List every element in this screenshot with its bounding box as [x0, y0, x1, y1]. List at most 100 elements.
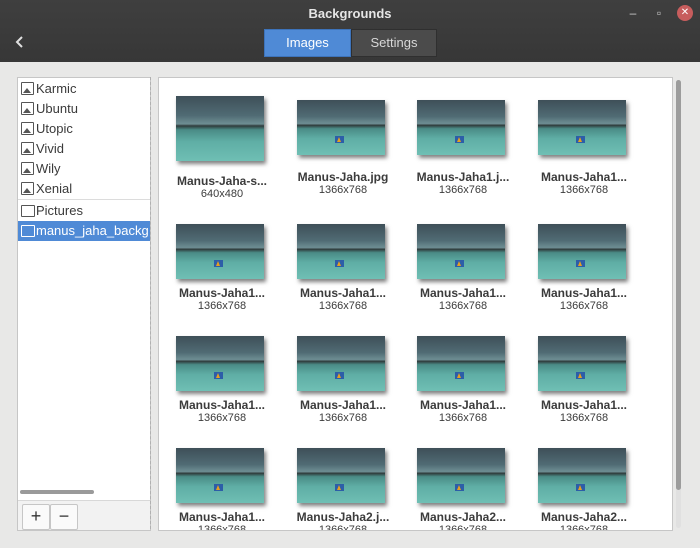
- image-grid: Manus-Jaha-s... 640x480 Manus-Jaha.jpg 1…: [158, 77, 673, 531]
- sidebar-item-pictures[interactable]: Pictures: [18, 201, 150, 221]
- folder-icon: [21, 205, 35, 217]
- tab-images[interactable]: Images: [264, 29, 351, 57]
- image-thumbnail: [417, 224, 505, 279]
- image-thumbnail: [417, 448, 505, 503]
- image-filename: Manus-Jaha.jpg: [297, 170, 389, 184]
- close-button[interactable]: ✕: [677, 5, 693, 21]
- minimize-button[interactable]: –: [624, 5, 642, 21]
- sidebar-item-wily[interactable]: Wily: [18, 159, 150, 179]
- backgrounds-window: Backgrounds – ▫ ✕ Images Settings Karmic…: [0, 0, 700, 548]
- image-filename: Manus-Jaha2.j...: [296, 510, 390, 524]
- ubuntu-badge-icon: [214, 484, 223, 491]
- back-button[interactable]: [10, 32, 30, 52]
- image-filename: Manus-Jaha1...: [540, 170, 628, 184]
- image-filename: Manus-Jaha1...: [299, 286, 387, 300]
- sidebar-item-label: manus_jaha_backg: [36, 223, 149, 238]
- image-thumbnail: [538, 224, 626, 279]
- sidebar-item-ubuntu[interactable]: Ubuntu: [18, 99, 150, 119]
- image-item[interactable]: Manus-Jaha2.j... 1366x768: [288, 442, 398, 531]
- image-resolution: 1366x768: [197, 300, 247, 312]
- image-icon: [21, 182, 34, 195]
- ubuntu-badge-icon: [214, 260, 223, 267]
- image-thumbnail: [538, 100, 626, 155]
- ubuntu-badge-icon: [455, 260, 464, 267]
- tab-settings[interactable]: Settings: [351, 29, 437, 57]
- image-grid-scrollbar[interactable]: [676, 80, 681, 528]
- image-filename: Manus-Jaha1...: [178, 510, 266, 524]
- image-thumbnail: [297, 100, 385, 155]
- image-thumbnail: [297, 336, 385, 391]
- sidebar-item-label: Pictures: [36, 203, 83, 218]
- image-icon: [21, 102, 34, 115]
- image-thumbnail: [538, 336, 626, 391]
- image-thumbnail: [297, 448, 385, 503]
- sidebar: Karmic Ubuntu Utopic Vivid Wily Xenial P…: [17, 77, 151, 531]
- ubuntu-badge-icon: [214, 372, 223, 379]
- image-filename: Manus-Jaha-s...: [176, 174, 268, 188]
- image-resolution: 640x480: [200, 188, 244, 200]
- image-filename: Manus-Jaha1...: [419, 398, 507, 412]
- sidebar-divider: [18, 199, 150, 200]
- image-resolution: 1366x768: [318, 524, 368, 531]
- sidebar-horizontal-scrollbar[interactable]: [20, 490, 94, 494]
- image-item[interactable]: Manus-Jaha1.j... 1366x768: [408, 94, 518, 209]
- ubuntu-badge-icon: [576, 484, 585, 491]
- maximize-button[interactable]: ▫: [650, 5, 668, 21]
- add-folder-button[interactable]: +: [22, 504, 50, 530]
- ubuntu-badge-icon: [335, 484, 344, 491]
- image-item[interactable]: Manus-Jaha1... 1366x768: [529, 218, 639, 333]
- ubuntu-badge-icon: [576, 372, 585, 379]
- image-thumbnail: [417, 100, 505, 155]
- image-filename: Manus-Jaha2...: [540, 510, 628, 524]
- ubuntu-badge-icon: [455, 372, 464, 379]
- image-item[interactable]: Manus-Jaha-s... 640x480: [167, 94, 277, 209]
- sidebar-item-label: Wily: [36, 161, 61, 176]
- image-item[interactable]: Manus-Jaha1... 1366x768: [529, 94, 639, 209]
- remove-folder-button[interactable]: −: [50, 504, 78, 530]
- image-resolution: 1366x768: [197, 524, 247, 531]
- image-resolution: 1366x768: [438, 412, 488, 424]
- image-item[interactable]: Manus-Jaha1... 1366x768: [288, 330, 398, 445]
- image-filename: Manus-Jaha1.j...: [416, 170, 510, 184]
- sidebar-item-vivid[interactable]: Vivid: [18, 139, 150, 159]
- image-resolution: 1366x768: [318, 184, 368, 196]
- sidebar-item-utopic[interactable]: Utopic: [18, 119, 150, 139]
- image-thumbnail: [176, 224, 264, 279]
- image-resolution: 1366x768: [438, 524, 488, 531]
- image-item[interactable]: Manus-Jaha1... 1366x768: [408, 218, 518, 333]
- image-item[interactable]: Manus-Jaha1... 1366x768: [167, 218, 277, 333]
- image-thumbnail: [176, 96, 264, 161]
- ubuntu-badge-icon: [576, 260, 585, 267]
- sidebar-item-manus-jaha[interactable]: manus_jaha_backg: [18, 221, 150, 241]
- image-filename: Manus-Jaha1...: [299, 398, 387, 412]
- sidebar-item-label: Xenial: [36, 181, 73, 196]
- ubuntu-badge-icon: [335, 136, 344, 143]
- image-filename: Manus-Jaha1...: [178, 286, 266, 300]
- image-resolution: 1366x768: [318, 300, 368, 312]
- image-item[interactable]: Manus-Jaha.jpg 1366x768: [288, 94, 398, 209]
- image-item[interactable]: Manus-Jaha1... 1366x768: [167, 442, 277, 531]
- image-item[interactable]: Manus-Jaha2... 1366x768: [529, 442, 639, 530]
- image-thumbnail: [297, 224, 385, 279]
- image-filename: Manus-Jaha1...: [540, 398, 628, 412]
- ubuntu-badge-icon: [576, 136, 585, 143]
- image-resolution: 1366x768: [559, 184, 609, 196]
- sidebar-item-xenial[interactable]: Xenial: [18, 179, 150, 199]
- sidebar-item-label: Ubuntu: [36, 101, 78, 116]
- ubuntu-badge-icon: [335, 260, 344, 267]
- sidebar-item-karmic[interactable]: Karmic: [18, 79, 150, 99]
- sidebar-item-label: Utopic: [36, 121, 73, 136]
- pane-separator[interactable]: [150, 77, 157, 529]
- image-filename: Manus-Jaha2...: [419, 510, 507, 524]
- scrollbar-thumb[interactable]: [676, 80, 681, 490]
- image-item[interactable]: Manus-Jaha1... 1366x768: [529, 330, 639, 445]
- image-item[interactable]: Manus-Jaha2... 1366x768: [408, 442, 518, 531]
- window-title: Backgrounds: [308, 6, 392, 21]
- image-resolution: 1366x768: [438, 300, 488, 312]
- image-item[interactable]: Manus-Jaha1... 1366x768: [408, 330, 518, 445]
- image-thumbnail: [176, 336, 264, 391]
- image-item[interactable]: Manus-Jaha1... 1366x768: [167, 330, 277, 445]
- image-icon: [21, 142, 34, 155]
- image-item[interactable]: Manus-Jaha1... 1366x768: [288, 218, 398, 333]
- image-filename: Manus-Jaha1...: [178, 398, 266, 412]
